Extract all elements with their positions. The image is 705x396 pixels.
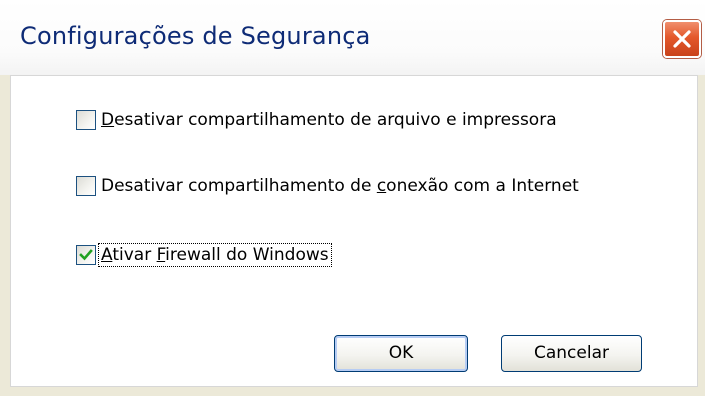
checkbox-disable-internet-connection-sharing[interactable] (76, 176, 96, 196)
window-title: Configurações de Segurança (20, 22, 371, 50)
close-button[interactable] (663, 20, 701, 58)
title-bar[interactable]: Configurações de Segurança (0, 0, 705, 75)
checkmark-icon (79, 249, 93, 261)
option-label-file-printer-sharing: Desativar compartilhamento de arquivo e … (101, 110, 557, 130)
ok-button[interactable]: OK (334, 335, 468, 372)
option-label-windows-firewall: Ativar Firewall do Windows (98, 243, 332, 267)
close-icon (673, 30, 691, 48)
option-label-internet-connection-sharing: Desativar compartilhamento de conexão co… (101, 176, 579, 196)
checkbox-disable-file-printer-sharing[interactable] (76, 110, 96, 130)
checkbox-enable-windows-firewall[interactable] (76, 245, 96, 265)
security-settings-dialog: Configurações de Segurança Desativar com… (0, 0, 705, 396)
dialog-content: Desativar compartilhamento de arquivo e … (10, 75, 698, 387)
cancel-button[interactable]: Cancelar (501, 335, 642, 372)
